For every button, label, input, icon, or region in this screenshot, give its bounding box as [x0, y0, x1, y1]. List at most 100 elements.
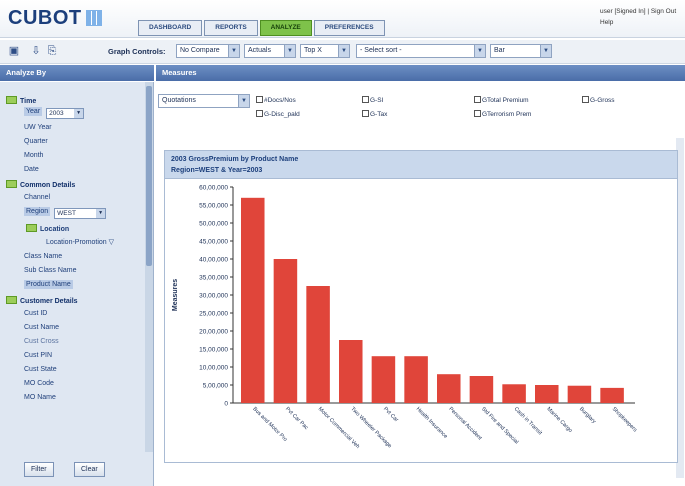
checkbox-label: GTerrorism Prem	[482, 111, 532, 118]
tree-item-cust-pin[interactable]: Cust PIN	[24, 352, 52, 359]
tree-group-time[interactable]: Time	[6, 96, 36, 105]
tree-item-cust-name[interactable]: Cust Name	[24, 324, 59, 331]
tree-item-class-name[interactable]: Class Name	[24, 253, 62, 260]
tree-group-common-details[interactable]: Common Details	[6, 180, 75, 189]
tab-analyze[interactable]: ANALYZE	[259, 20, 312, 36]
checkbox-gtotal-premium[interactable]: GTotal Premium	[474, 96, 529, 104]
measure-group-value: Quotations	[162, 97, 196, 104]
tree-item-uw-year[interactable]: UW Year	[24, 124, 52, 131]
tree-item-month[interactable]: Month	[24, 152, 43, 159]
y-tick-label: 50,00,000	[199, 221, 228, 228]
checkbox-g-si[interactable]: G-SI	[362, 96, 383, 104]
chevron-down-icon: ▼	[228, 45, 239, 57]
chevron-down-icon: ▼	[284, 45, 295, 57]
tree-item-cust-id[interactable]: Cust ID	[24, 310, 47, 317]
compare-select[interactable]: No Compare ▼	[176, 44, 240, 58]
checkbox-box[interactable]	[362, 110, 369, 117]
x-tick-label: Std Fire and Special	[480, 406, 519, 445]
folder-icon	[26, 224, 37, 232]
checkbox-g-tax[interactable]: G-Tax	[362, 110, 387, 118]
checkbox-box[interactable]	[256, 110, 263, 117]
year-select[interactable]: 2003 ▼	[46, 108, 85, 119]
x-tick-label: Shopkeepers	[611, 406, 638, 433]
tab-reports[interactable]: REPORTS	[204, 20, 258, 36]
chevron-down-icon: ▼	[338, 45, 349, 57]
location-promotion-label: Location-Promotion	[46, 239, 107, 246]
filter-button[interactable]: Filter	[24, 462, 54, 477]
logo-text: CUBOT	[8, 7, 82, 29]
tree-group-label: Time	[20, 98, 37, 105]
bar-chart: 0 5,00,000 10,00,000 15,00,000 20,00,000 25,0…	[172, 185, 638, 450]
bar	[600, 387, 624, 403]
clear-button[interactable]: Clear	[74, 462, 105, 477]
y-tick-label: 40,00,000	[199, 257, 228, 264]
tab-dashboard[interactable]: DASHBOARD	[138, 20, 203, 36]
bar	[404, 356, 428, 403]
bar	[306, 286, 330, 403]
tree-item-mo-code[interactable]: MO Code	[24, 380, 54, 387]
x-tick-label: Burglary	[578, 406, 597, 425]
print-icon[interactable]: ⎘	[46, 45, 58, 57]
y-tick-label: 0	[224, 401, 228, 408]
tree-item-product-name[interactable]: Product Name	[24, 280, 73, 289]
topx-select[interactable]: Top X ▼	[300, 44, 350, 58]
chart-type-select[interactable]: Bar ▼	[490, 44, 552, 58]
scrollbar-thumb[interactable]	[146, 86, 152, 266]
tree-item-cust-state[interactable]: Cust State	[24, 366, 57, 373]
checkbox-box[interactable]	[256, 96, 263, 103]
chart-subtitle: Region=WEST & Year=2003	[171, 167, 263, 174]
help-link[interactable]: Help	[600, 17, 676, 28]
y-tick-label: 25,00,000	[199, 311, 228, 318]
analyze-by-header: Analyze By	[0, 65, 154, 81]
chevron-down-icon: ▼	[540, 45, 551, 57]
y-tick-label: 5,00,000	[203, 383, 229, 390]
export-icon[interactable]: ⇩	[30, 45, 42, 57]
tree-group-customer-details[interactable]: Customer Details	[6, 296, 78, 305]
logo: CUBOT	[8, 7, 102, 30]
checkbox-box[interactable]	[474, 110, 481, 117]
left-panel-scrollbar[interactable]	[145, 82, 153, 452]
tree-item-location-promotion[interactable]: Location-Promotion ▽	[46, 238, 114, 246]
filter-icon[interactable]: ▽	[109, 239, 114, 246]
measure-group-select[interactable]: Quotations ▼	[158, 94, 250, 108]
checkbox-box[interactable]	[474, 96, 481, 103]
tree-group-label: Common Details	[20, 182, 76, 189]
checkbox-gterrorism-prem[interactable]: GTerrorism Prem	[474, 110, 531, 118]
checkbox-label: G-Gross	[590, 97, 615, 104]
product-name-label: Product Name	[24, 280, 73, 289]
graph-toolbar: ▣ ⇩ ⎘ Graph Controls: No Compare ▼ Actual…	[0, 40, 685, 64]
checkbox-g-disc-paid[interactable]: G-Disc_pald	[256, 110, 300, 118]
checkbox-box[interactable]	[582, 96, 589, 103]
region-label[interactable]: Region	[24, 207, 51, 216]
user-links: user [Signed In] | Sign Out Help	[600, 6, 676, 28]
y-axis-label: Measures	[172, 279, 179, 311]
x-tick-label: Health Insurance	[415, 406, 449, 440]
tree-item-quarter[interactable]: Quarter	[24, 138, 48, 145]
sort-select[interactable]: - Select sort - ▼	[356, 44, 486, 58]
tree-item-sub-class-name[interactable]: Sub Class Name	[24, 267, 77, 274]
measures-header: Measures	[156, 65, 685, 81]
region-select-value: WEST	[57, 210, 76, 217]
tree-item-channel[interactable]: Channel	[24, 194, 50, 201]
save-icon[interactable]: ▣	[8, 45, 20, 57]
bar	[371, 356, 396, 403]
region-select[interactable]: WEST ▼	[54, 208, 107, 219]
chevron-down-icon: ▼	[74, 109, 84, 118]
tree-item-date[interactable]: Date	[24, 166, 39, 173]
checkbox-g-gross[interactable]: G-Gross	[582, 96, 615, 104]
chevron-down-icon: ▼	[474, 45, 485, 57]
user-signout-link[interactable]: user [Signed In] | Sign Out	[600, 6, 676, 17]
checkbox-docs-nos[interactable]: #Docs/Nos	[256, 96, 296, 104]
year-label[interactable]: Year	[24, 107, 43, 116]
cube-logo-icon	[85, 10, 102, 26]
bar	[339, 340, 363, 403]
tab-preferences[interactable]: PREFERENCES	[313, 20, 385, 36]
tree-item-mo-name[interactable]: MO Name	[24, 394, 56, 401]
tree-group-label: Location	[40, 226, 70, 233]
tree-item-cust-cross[interactable]: Cust Cross	[24, 338, 59, 345]
y-tick-label: 10,00,000	[199, 365, 228, 372]
bar	[469, 376, 494, 403]
actuals-select[interactable]: Actuals ▼	[244, 44, 296, 58]
checkbox-box[interactable]	[362, 96, 369, 103]
tree-group-location[interactable]: Location	[26, 224, 69, 233]
